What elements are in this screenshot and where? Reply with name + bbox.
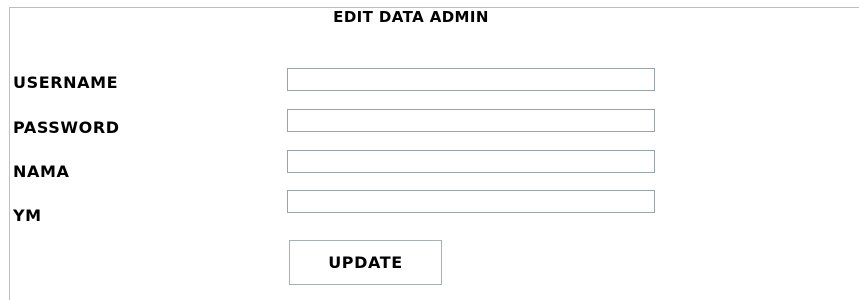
form-title: EDIT DATA ADMIN: [333, 8, 489, 26]
password-input[interactable]: [287, 109, 655, 132]
ym-label: YM: [13, 206, 42, 225]
nama-label: NAMA: [13, 162, 70, 181]
update-button[interactable]: UPDATE: [289, 240, 442, 285]
username-input[interactable]: [287, 68, 655, 91]
username-label: USERNAME: [13, 73, 119, 92]
password-label: PASSWORD: [13, 118, 120, 137]
ym-input[interactable]: [287, 190, 655, 213]
nama-input[interactable]: [287, 150, 655, 173]
